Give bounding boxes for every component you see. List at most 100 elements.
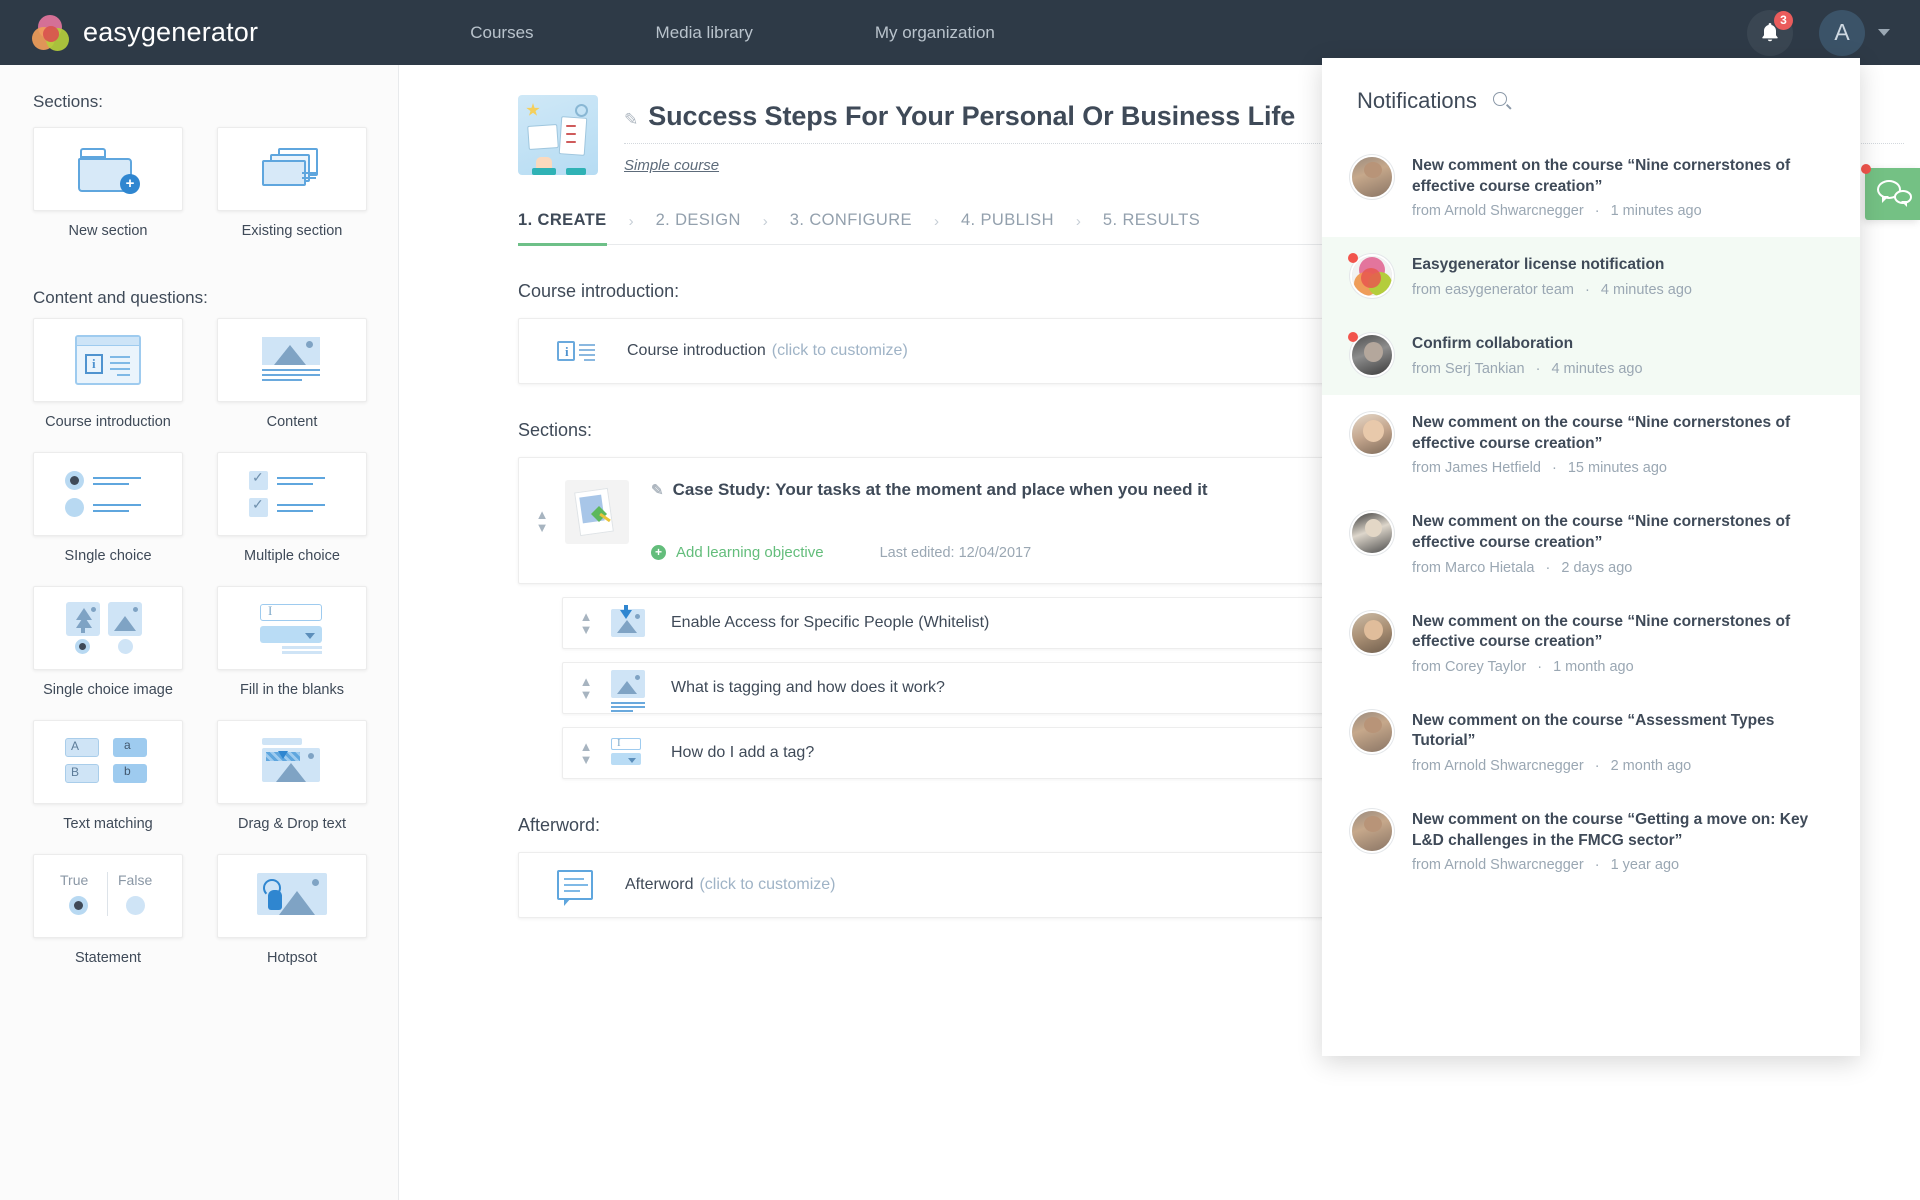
notifications-panel: Notifications New comment on the course … (1322, 58, 1860, 1056)
image-download-icon (611, 605, 645, 637)
sidebar-tile-content[interactable]: Content (217, 318, 367, 430)
avatar (1350, 511, 1394, 556)
sidebar-tile-new-section-box[interactable]: + (33, 127, 183, 211)
step-separator-icon: › (628, 213, 634, 230)
tab-create[interactable]: 1. CREATE (518, 211, 607, 246)
sidebar-tile-label: Content (266, 414, 318, 430)
brand-logo-area[interactable]: easygenerator (32, 14, 259, 51)
afterword-row-text: Afterword (625, 876, 694, 893)
drag-handle-icon[interactable]: ▲ ▼ (573, 740, 599, 766)
tab-design[interactable]: 2. DESIGN (656, 211, 741, 244)
page-title[interactable]: Success Steps For Your Personal Or Busin… (648, 101, 1295, 132)
content-image-icon (611, 670, 645, 712)
notifications-title: Notifications (1357, 88, 1477, 113)
easygenerator-logo-icon (32, 14, 72, 51)
notification-meta: from Corey Taylor · 1 month ago (1412, 659, 1832, 675)
sidebar-tile-single-choice[interactable]: SIngle choice (33, 452, 183, 564)
notification-item[interactable]: Easygenerator license notification from … (1322, 237, 1860, 317)
sidebar-tile-content-box[interactable] (217, 318, 367, 402)
section-item-label: What is tagging and how does it work? (671, 679, 945, 696)
drag-handle-icon[interactable]: ▲ ▼ (573, 675, 599, 701)
top-header-bar: easygenerator Courses Media library My o… (0, 0, 1920, 65)
sidebar-tile-course-introduction-box[interactable] (33, 318, 183, 402)
sidebar-tile-statement-box[interactable]: True False (33, 854, 183, 938)
sidebar-content-grid: Course introduction Content (33, 318, 373, 988)
sidebar-tile-single-choice-image[interactable]: Single choice image (33, 586, 183, 698)
notification-text: New comment on the course “Nine cornerst… (1412, 157, 1791, 195)
notification-text: New comment on the course “Assessment Ty… (1412, 711, 1775, 750)
pencil-icon[interactable]: ✎ (651, 481, 664, 499)
sidebar-tile-statement[interactable]: True False Statement (33, 854, 183, 966)
nav-item-my-organization[interactable]: My organization (875, 23, 995, 43)
sidebar-tile-single-choice-image-box[interactable] (33, 586, 183, 670)
notification-meta: from Serj Tankian · 4 minutes ago (1412, 361, 1832, 377)
sidebar-tile-existing-section[interactable]: Existing section (217, 127, 367, 239)
hotspot-icon (257, 873, 327, 919)
notification-item[interactable]: Confirm collaboration from Serj Tankian … (1322, 316, 1860, 396)
drag-handle-icon[interactable]: ▲ ▼ (573, 610, 599, 636)
sidebar-tile-hotspot[interactable]: Hotpsot (217, 854, 367, 966)
sidebar-tile-multiple-choice-box[interactable] (217, 452, 367, 536)
notification-item[interactable]: New comment on the course “Nine cornerst… (1322, 138, 1860, 237)
nav-item-media-library[interactable]: Media library (656, 23, 753, 43)
notification-avatar-wrap (1350, 155, 1394, 219)
sidebar-tile-text-matching[interactable]: Aa Bb Text matching (33, 720, 183, 832)
sidebar-tile-drag-drop-text[interactable]: Drag & Drop text (217, 720, 367, 832)
drag-handle-icon[interactable]: ▲ ▼ (529, 480, 555, 561)
notification-text: New comment on the course “Nine cornerst… (1412, 513, 1791, 552)
notifications-bell-button[interactable]: 3 (1747, 9, 1793, 56)
notification-from: from Serj Tankian (1412, 360, 1525, 377)
sidebar-tile-new-section[interactable]: + New section (33, 127, 183, 239)
sidebar-tile-text-matching-box[interactable]: Aa Bb (33, 720, 183, 804)
sidebar-tile-fill-in-the-blanks-box[interactable]: I (217, 586, 367, 670)
sidebar-tile-multiple-choice[interactable]: Multiple choice (217, 452, 367, 564)
add-learning-objective-button[interactable]: + Add learning objective (651, 544, 824, 561)
tab-configure[interactable]: 3. CONFIGURE (790, 211, 912, 244)
notification-item[interactable]: New comment on the course “Assessment Ty… (1322, 693, 1860, 792)
fill-in-blanks-icon: I (260, 603, 324, 654)
notification-meta: from Arnold Shwarcnegger · 1 year ago (1412, 857, 1832, 873)
notification-item[interactable]: New comment on the course “Nine cornerst… (1322, 395, 1860, 494)
notifications-panel-header: Notifications (1322, 58, 1860, 138)
course-type-link[interactable]: Simple course (624, 157, 719, 174)
section-item-label: Enable Access for Specific People (White… (671, 614, 990, 631)
last-edited-text: Last edited: 12/04/2017 (879, 544, 1032, 561)
notification-item[interactable]: New comment on the course “Nine cornerst… (1322, 594, 1860, 693)
sidebar-tile-fill-in-the-blanks[interactable]: I Fill in the blanks (217, 586, 367, 698)
notification-item[interactable]: New comment on the course “Getting a mov… (1322, 792, 1860, 891)
single-choice-icon (65, 470, 151, 518)
sidebar-tile-drag-drop-text-box[interactable] (217, 720, 367, 804)
sidebar-tile-label: Statement (74, 950, 142, 966)
header-right-controls: 3 A (1747, 0, 1890, 65)
course-thumbnail-icon (518, 95, 598, 175)
notification-time: 1 minutes ago (1610, 203, 1702, 220)
notification-text: Easygenerator license notification (1412, 256, 1665, 274)
notification-meta: from easygenerator team · 4 minutes ago (1412, 282, 1832, 298)
section-title[interactable]: Case Study: Your tasks at the moment and… (673, 480, 1208, 500)
tab-publish[interactable]: 4. PUBLISH (961, 211, 1054, 244)
sidebar-tile-hotspot-box[interactable] (217, 854, 367, 938)
sidebar-sections-heading: Sections: (33, 92, 103, 111)
chat-widget-button[interactable] (1861, 164, 1920, 220)
notification-avatar-wrap (1350, 709, 1394, 774)
avatar (1350, 155, 1394, 199)
text-matching-icon: Aa Bb (65, 738, 151, 786)
notification-meta: from James Hetfield · 15 minutes ago (1412, 460, 1832, 476)
tab-results[interactable]: 5. RESULTS (1103, 211, 1200, 244)
sidebar-tile-label: New section (68, 223, 148, 239)
chevron-down-icon[interactable] (1878, 29, 1890, 36)
nav-item-courses[interactable]: Courses (470, 23, 533, 43)
sidebar-tile-label: Fill in the blanks (240, 682, 344, 698)
search-icon[interactable] (1492, 92, 1512, 110)
sidebar-tile-existing-section-box[interactable] (217, 127, 367, 211)
user-avatar[interactable]: A (1819, 9, 1865, 56)
notification-meta: from Arnold Shwarcnegger · 1 minutes ago (1412, 203, 1832, 219)
meta-separator: · (1594, 857, 1600, 874)
notification-time: 1 year ago (1610, 857, 1680, 874)
pencil-icon[interactable]: ✎ (624, 110, 638, 130)
sidebar-tile-course-introduction[interactable]: Course introduction (33, 318, 183, 430)
notification-item[interactable]: New comment on the course “Nine cornerst… (1322, 494, 1860, 593)
notification-text: New comment on the course “Nine cornerst… (1412, 414, 1791, 452)
brand-name: easygenerator (83, 17, 259, 47)
sidebar-tile-single-choice-box[interactable] (33, 452, 183, 536)
